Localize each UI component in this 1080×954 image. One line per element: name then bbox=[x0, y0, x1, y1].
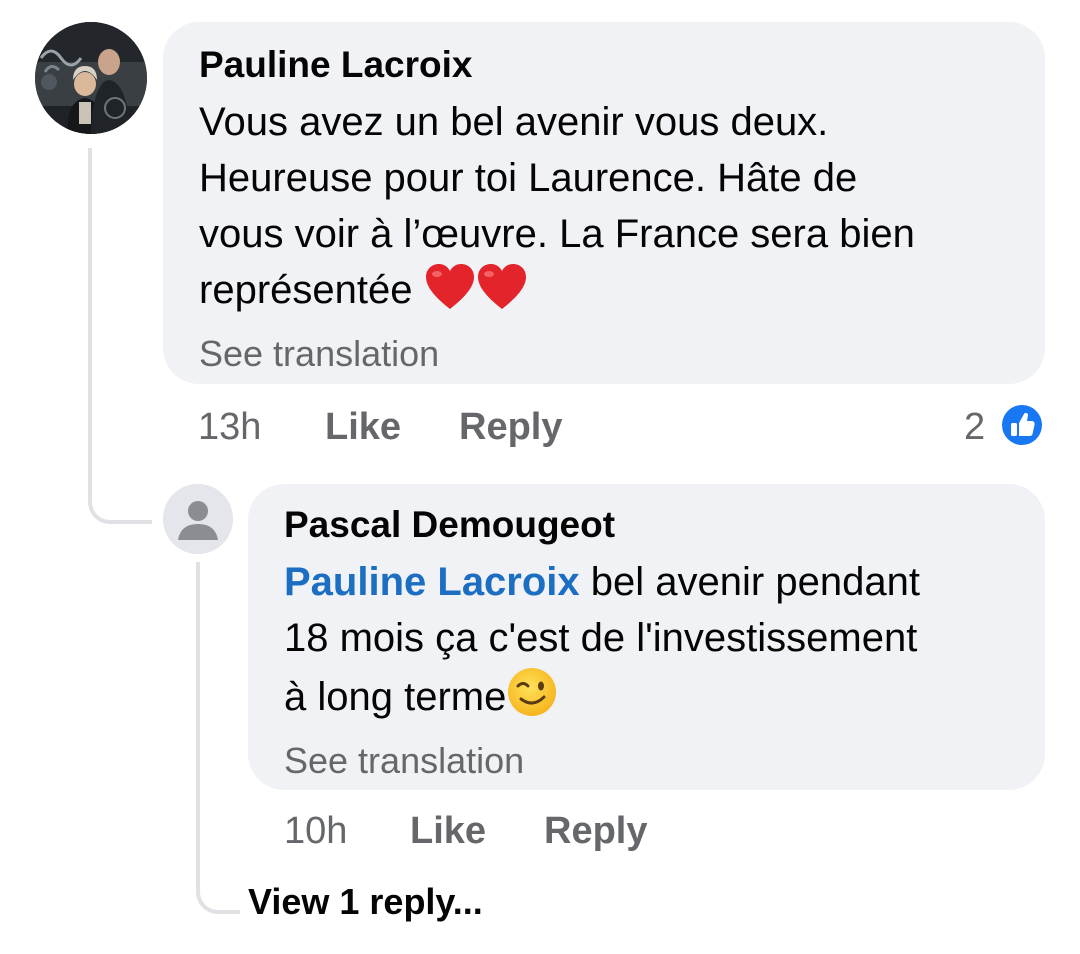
see-translation-link[interactable]: See translation bbox=[199, 332, 1015, 376]
mention-link[interactable]: Pauline Lacroix bbox=[284, 560, 580, 604]
comment-text-line: à long terme bbox=[284, 675, 507, 719]
comment-text: Vous avez un bel avenir vous deux. Heure… bbox=[199, 94, 1015, 326]
reply-bubble: Pascal Demougeot Pauline Lacroix bel ave… bbox=[248, 484, 1045, 790]
red-heart-icon bbox=[476, 263, 528, 326]
comment-timestamp[interactable]: 10h bbox=[284, 806, 347, 856]
comment-author[interactable]: Pauline Lacroix bbox=[199, 44, 1015, 86]
comment-author[interactable]: Pascal Demougeot bbox=[284, 504, 1015, 546]
like-button[interactable]: Like bbox=[410, 806, 486, 856]
avatar-pauline-lacroix[interactable] bbox=[35, 22, 147, 134]
profile-photo-icon bbox=[35, 22, 147, 134]
red-heart-icon bbox=[424, 263, 476, 326]
comment-text-line: représentée bbox=[199, 268, 413, 312]
avatar-pascal-demougeot[interactable] bbox=[163, 484, 233, 554]
reaction-count[interactable]: 2 bbox=[964, 402, 985, 452]
reply-button[interactable]: Reply bbox=[459, 402, 562, 452]
default-user-icon bbox=[163, 484, 233, 554]
comment-text: Pauline Lacroix bel avenir pendant 18 mo… bbox=[284, 554, 1015, 733]
comment-text-line: Vous avez un bel avenir vous deux. bbox=[199, 100, 829, 144]
comment-text-line: bel avenir pendant bbox=[579, 560, 920, 604]
comment-bubble: Pauline Lacroix Vous avez un bel avenir … bbox=[163, 22, 1045, 384]
comment-text-line: Heureuse pour toi Laurence. Hâte de bbox=[199, 156, 858, 200]
like-button[interactable]: Like bbox=[325, 402, 401, 452]
thread-connector-line bbox=[88, 148, 152, 524]
view-replies-link[interactable]: View 1 reply... bbox=[248, 880, 483, 924]
comment-timestamp[interactable]: 13h bbox=[198, 402, 261, 452]
reply-button[interactable]: Reply bbox=[544, 806, 647, 856]
see-translation-link[interactable]: See translation bbox=[284, 739, 1015, 783]
like-thumb-icon[interactable] bbox=[998, 401, 1046, 449]
winking-face-icon bbox=[506, 666, 558, 733]
reply-thread-connector-line bbox=[196, 562, 240, 914]
comment-text-line: 18 mois ça c'est de l'investissement bbox=[284, 616, 918, 660]
comment-text-line: vous voir à l’œuvre. La France sera bien bbox=[199, 212, 915, 256]
